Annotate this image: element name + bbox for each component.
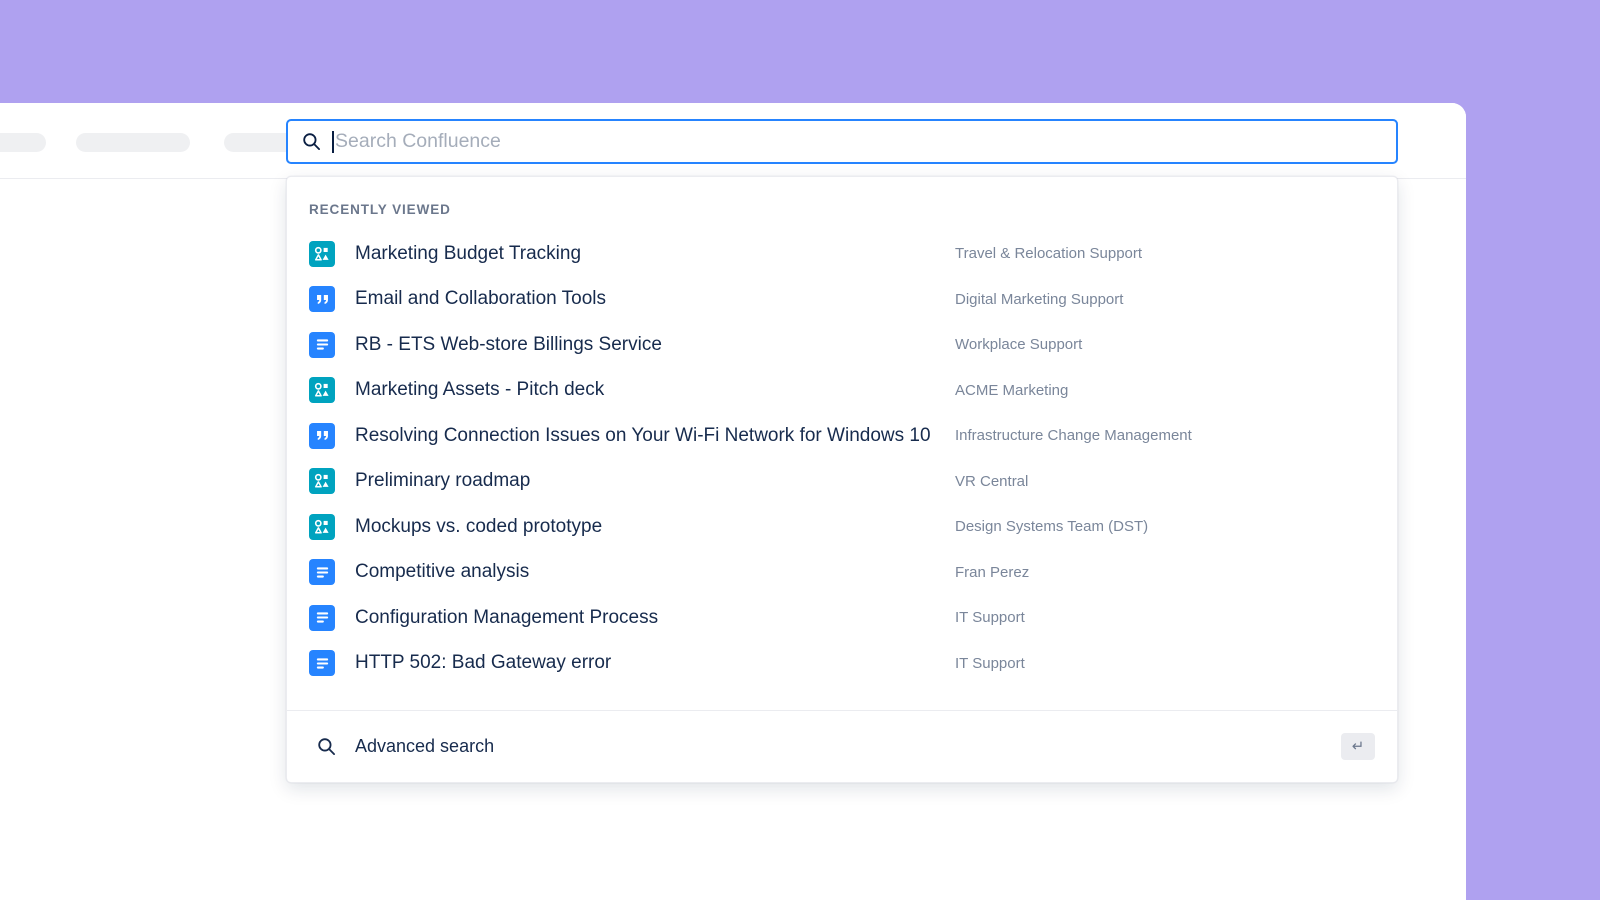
- recently-viewed-heading: RECENTLY VIEWED: [287, 202, 1397, 231]
- result-title: Resolving Connection Issues on Your Wi-F…: [355, 425, 955, 447]
- result-space-name: VR Central: [955, 473, 1375, 490]
- result-row[interactable]: Resolving Connection Issues on Your Wi-F…: [287, 413, 1397, 459]
- search-field[interactable]: [286, 119, 1398, 164]
- result-title: RB - ETS Web-store Billings Service: [355, 334, 955, 356]
- search-input[interactable]: [334, 121, 1384, 162]
- whiteboard-icon: [309, 241, 335, 267]
- result-title: Preliminary roadmap: [355, 470, 955, 492]
- result-title: Marketing Budget Tracking: [355, 243, 955, 265]
- advanced-search-row[interactable]: Advanced search ↵: [287, 710, 1397, 782]
- page-icon: [309, 650, 335, 676]
- result-space-name: Infrastructure Change Management: [955, 427, 1375, 444]
- result-title: HTTP 502: Bad Gateway error: [355, 652, 955, 674]
- enter-key-badge: ↵: [1341, 733, 1375, 760]
- result-row[interactable]: Marketing Assets - Pitch deckACME Market…: [287, 368, 1397, 414]
- result-title: Competitive analysis: [355, 561, 955, 583]
- result-row[interactable]: Configuration Management ProcessIT Suppo…: [287, 595, 1397, 641]
- result-row[interactable]: Marketing Budget TrackingTravel & Reloca…: [287, 231, 1397, 277]
- result-row[interactable]: Competitive analysisFran Perez: [287, 550, 1397, 596]
- nav-placeholder-1: [0, 133, 46, 152]
- page-icon: [309, 332, 335, 358]
- advanced-search-label: Advanced search: [355, 736, 1341, 757]
- search-results-dropdown: RECENTLY VIEWED Marketing Budget Trackin…: [286, 176, 1398, 783]
- result-space-name: Travel & Relocation Support: [955, 245, 1375, 262]
- result-space-name: Workplace Support: [955, 336, 1375, 353]
- result-space-name: IT Support: [955, 655, 1375, 672]
- blog-icon: [309, 423, 335, 449]
- result-space-name: Fran Perez: [955, 564, 1375, 581]
- result-title: Email and Collaboration Tools: [355, 288, 955, 310]
- whiteboard-icon: [309, 468, 335, 494]
- result-space-name: ACME Marketing: [955, 382, 1375, 399]
- page-icon: [309, 559, 335, 585]
- result-space-name: IT Support: [955, 609, 1375, 626]
- result-row[interactable]: RB - ETS Web-store Billings ServiceWorkp…: [287, 322, 1397, 368]
- result-space-name: Digital Marketing Support: [955, 291, 1375, 308]
- result-row[interactable]: Email and Collaboration ToolsDigital Mar…: [287, 277, 1397, 323]
- search-icon: [300, 131, 322, 153]
- result-row[interactable]: HTTP 502: Bad Gateway errorIT Support: [287, 641, 1397, 687]
- whiteboard-icon: [309, 514, 335, 540]
- nav-placeholder-2: [76, 133, 190, 152]
- result-row[interactable]: Mockups vs. coded prototypeDesign System…: [287, 504, 1397, 550]
- result-title: Mockups vs. coded prototype: [355, 516, 955, 538]
- page-icon: [309, 605, 335, 631]
- recently-viewed-section: RECENTLY VIEWED Marketing Budget Trackin…: [287, 177, 1397, 710]
- blog-icon: [309, 286, 335, 312]
- whiteboard-icon: [309, 377, 335, 403]
- result-title: Marketing Assets - Pitch deck: [355, 379, 955, 401]
- result-title: Configuration Management Process: [355, 607, 955, 629]
- results-list: Marketing Budget TrackingTravel & Reloca…: [287, 231, 1397, 686]
- search-icon: [315, 736, 337, 758]
- result-row[interactable]: Preliminary roadmapVR Central: [287, 459, 1397, 505]
- result-space-name: Design Systems Team (DST): [955, 518, 1375, 535]
